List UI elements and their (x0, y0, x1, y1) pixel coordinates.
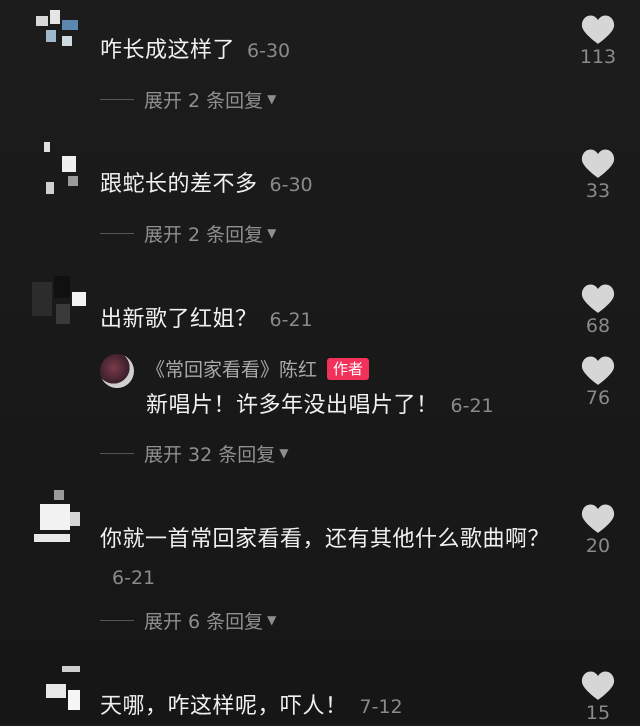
like-button[interactable]: 33 (578, 148, 618, 202)
heart-icon (581, 15, 615, 44)
like-count: 15 (585, 702, 611, 724)
expand-replies[interactable]: 展开 6 条回复 ▼ (100, 605, 276, 635)
comment-date: 6-21 (269, 309, 313, 331)
comment-text[interactable]: 咋长成这样了 6-30 (100, 32, 560, 70)
author-badge: 作者 (327, 357, 370, 380)
heart-icon (581, 356, 615, 385)
like-button[interactable]: 15 (578, 670, 618, 724)
heart-icon (581, 504, 615, 533)
avatar[interactable] (32, 272, 90, 334)
reply-date: 6-21 (450, 395, 494, 417)
comment-text[interactable]: 你就一首常回家看看，还有其他什么歌曲啊？ 6-21 (100, 521, 550, 597)
reply-avatar[interactable] (100, 354, 134, 388)
comment-date: 6-21 (112, 567, 156, 589)
expand-label: 展开 2 条回复 (144, 89, 264, 112)
comment-text[interactable]: 跟蛇长的差不多 6-30 (100, 166, 560, 204)
expand-label: 展开 6 条回复 (144, 610, 264, 633)
comment-text[interactable]: 出新歌了红姐？ 6-21 (100, 301, 560, 339)
triangle-down-icon: ▼ (267, 613, 277, 627)
expand-label: 展开 32 条回复 (144, 443, 276, 466)
like-button[interactable]: 68 (578, 283, 618, 337)
comment-text[interactable]: 天哪，咋这样呢，吓人！ 7-12 (100, 688, 560, 726)
like-count: 20 (585, 535, 611, 557)
like-count: 113 (579, 46, 617, 68)
like-button[interactable]: 113 (578, 14, 618, 68)
avatar[interactable] (32, 662, 90, 724)
triangle-down-icon: ▼ (267, 226, 277, 240)
triangle-down-icon: ▼ (279, 446, 289, 460)
like-count: 33 (585, 180, 611, 202)
expand-label: 展开 2 条回复 (144, 223, 264, 246)
heart-icon (581, 284, 615, 313)
like-count: 68 (585, 315, 611, 337)
comment-body: 咋长成这样了 (100, 38, 236, 63)
comment-date: 6-30 (269, 174, 313, 196)
comment-body: 出新歌了红姐？ (100, 307, 258, 332)
comment-body: 天哪，咋这样呢，吓人！ (100, 694, 348, 719)
reply-body: 新唱片！许多年没出唱片了！ (146, 393, 439, 418)
avatar[interactable] (32, 490, 90, 552)
like-button[interactable]: 76 (578, 355, 618, 409)
heart-icon (581, 671, 615, 700)
triangle-down-icon: ▼ (267, 92, 277, 106)
like-count: 76 (585, 387, 611, 409)
avatar[interactable] (32, 6, 90, 68)
expand-replies[interactable]: 展开 2 条回复 ▼ (100, 218, 276, 248)
comment-body: 你就一首常回家看看，还有其他什么歌曲啊？ (100, 527, 551, 552)
comment-date: 7-12 (359, 696, 403, 718)
reply-text[interactable]: 新唱片！许多年没出唱片了！ 6-21 (146, 387, 566, 425)
heart-icon (581, 149, 615, 178)
avatar[interactable] (32, 140, 90, 202)
divider-line (100, 99, 134, 100)
expand-replies[interactable]: 展开 32 条回复 ▼ (100, 438, 289, 468)
reply-author-name: 《常回家看看》陈红 (146, 359, 318, 381)
reply-author-line[interactable]: 《常回家看看》陈红 作者 (146, 355, 370, 382)
comment-body: 跟蛇长的差不多 (100, 172, 258, 197)
like-button[interactable]: 20 (578, 503, 618, 557)
comment-date: 6-30 (247, 40, 291, 62)
